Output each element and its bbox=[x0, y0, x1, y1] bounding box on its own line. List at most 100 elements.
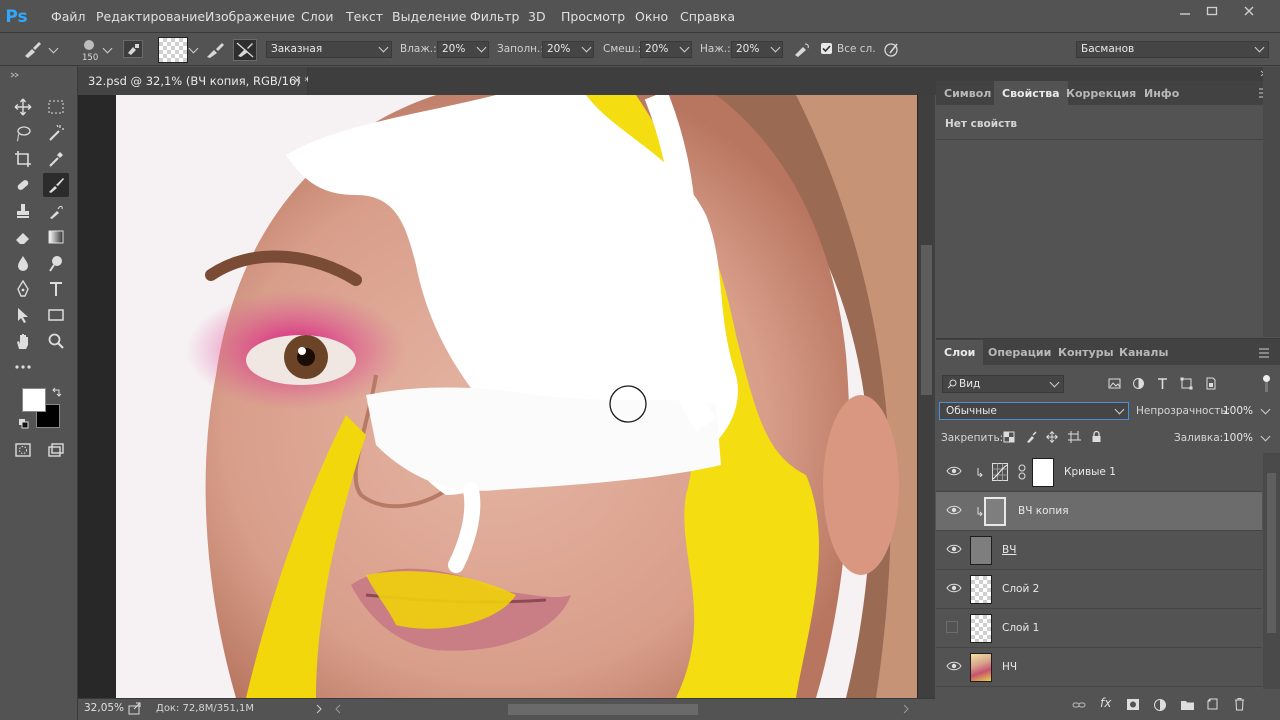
layer-name[interactable]: Кривые 1 bbox=[1064, 466, 1116, 478]
collapse-chevrons-icon[interactable] bbox=[10, 72, 20, 78]
fx-icon[interactable]: fx bbox=[1100, 696, 1111, 710]
magic-wand-tool[interactable] bbox=[43, 121, 69, 145]
filter-shape-icon[interactable] bbox=[1180, 377, 1193, 390]
workspace-select[interactable]: Басманов bbox=[1076, 41, 1269, 58]
menu-layers[interactable]: Слои bbox=[301, 9, 334, 24]
document-canvas[interactable] bbox=[116, 95, 917, 698]
lock-transparent-icon[interactable] bbox=[1003, 431, 1015, 443]
history-brush-tool[interactable] bbox=[43, 199, 69, 223]
lock-pixels-icon[interactable] bbox=[1025, 431, 1037, 443]
tab-properties[interactable]: Свойства bbox=[994, 81, 1068, 105]
blur-tool[interactable] bbox=[10, 251, 36, 275]
healing-brush-tool[interactable] bbox=[10, 173, 36, 197]
default-colors-icon[interactable] bbox=[18, 418, 29, 429]
brush-size-value[interactable]: 150 bbox=[82, 53, 98, 63]
layer-thumbnail[interactable] bbox=[970, 653, 992, 682]
filter-smart-object-icon[interactable] bbox=[1204, 377, 1217, 390]
delete-layer-icon[interactable] bbox=[1233, 697, 1246, 711]
scroll-left-icon[interactable] bbox=[334, 704, 342, 714]
menu-image[interactable]: Изображение bbox=[205, 9, 295, 24]
share-icon[interactable] bbox=[128, 702, 142, 715]
filter-type-icon[interactable] bbox=[1156, 377, 1169, 390]
horizontal-scroll-thumb[interactable] bbox=[508, 704, 698, 715]
layer-row[interactable]: ВЧ bbox=[936, 531, 1262, 570]
scroll-thumb[interactable] bbox=[921, 245, 932, 395]
eraser-tool[interactable] bbox=[10, 225, 36, 249]
marquee-tool[interactable] bbox=[43, 95, 69, 119]
current-brush-load-swatch[interactable] bbox=[158, 37, 188, 63]
layer-name[interactable]: НЧ bbox=[1002, 661, 1017, 673]
brush-preview-icon[interactable] bbox=[80, 38, 98, 52]
type-tool[interactable] bbox=[43, 277, 69, 301]
layer-thumbnail[interactable] bbox=[984, 497, 1006, 526]
maximize-button[interactable] bbox=[1197, 2, 1227, 20]
add-mask-icon[interactable] bbox=[1126, 698, 1140, 711]
tab-adjustments[interactable]: Коррекция bbox=[1058, 81, 1144, 105]
menu-3d[interactable]: 3D bbox=[528, 9, 546, 24]
visibility-toggle-off[interactable] bbox=[946, 621, 958, 633]
scroll-thumb[interactable] bbox=[1267, 473, 1276, 633]
dodge-tool[interactable] bbox=[43, 251, 69, 275]
fill-value[interactable]: 100% bbox=[1223, 432, 1253, 444]
opacity-value[interactable]: 100% bbox=[1223, 405, 1253, 417]
swap-colors-icon[interactable] bbox=[51, 387, 62, 398]
menu-file[interactable]: Файл bbox=[51, 9, 86, 24]
layer-mask-thumbnail[interactable] bbox=[1032, 458, 1054, 487]
chevron-down-icon[interactable] bbox=[48, 43, 59, 54]
layer-name[interactable]: Слой 2 bbox=[1002, 583, 1039, 595]
layer-name[interactable]: ВЧ копия bbox=[1018, 505, 1069, 517]
eye-icon[interactable] bbox=[946, 504, 962, 516]
layer-filter-select[interactable]: Вид bbox=[942, 375, 1064, 393]
layer-row[interactable]: Слой 2 bbox=[936, 570, 1262, 609]
path-selection-tool[interactable] bbox=[10, 303, 36, 327]
mixer-preset-select[interactable]: Заказная bbox=[266, 41, 392, 58]
gradient-tool[interactable] bbox=[43, 225, 69, 249]
minimize-button[interactable] bbox=[1170, 2, 1200, 20]
clean-brush-icon[interactable] bbox=[233, 39, 257, 61]
eye-icon[interactable] bbox=[946, 465, 962, 477]
layer-row[interactable]: Слой 1 bbox=[936, 609, 1262, 648]
new-adjustment-icon[interactable] bbox=[1153, 698, 1167, 712]
eye-icon[interactable] bbox=[946, 660, 962, 672]
lock-position-icon[interactable] bbox=[1046, 431, 1058, 443]
canvas-area[interactable] bbox=[78, 95, 918, 698]
tab-character[interactable]: Символ bbox=[936, 81, 999, 105]
pen-tool[interactable] bbox=[10, 277, 36, 301]
load-brush-icon[interactable] bbox=[204, 41, 226, 59]
pressure-size-icon[interactable] bbox=[882, 41, 902, 59]
mixer-brush-tool[interactable] bbox=[43, 173, 69, 197]
layers-scrollbar[interactable] bbox=[1263, 453, 1280, 689]
eyedropper-tool[interactable] bbox=[43, 147, 69, 171]
foreground-color-swatch[interactable] bbox=[22, 388, 46, 412]
menu-filter[interactable]: Фильтр bbox=[470, 9, 519, 24]
layer-row[interactable]: ВЧ копия bbox=[936, 492, 1262, 531]
tab-channels[interactable]: Каналы bbox=[1111, 340, 1176, 364]
close-document-icon[interactable]: × bbox=[292, 73, 302, 87]
panel-menu-icon[interactable] bbox=[1258, 348, 1270, 358]
layer-thumbnail[interactable] bbox=[970, 536, 992, 565]
hand-tool[interactable] bbox=[10, 329, 36, 353]
clone-stamp-tool[interactable] bbox=[10, 199, 36, 223]
airbrush-icon[interactable] bbox=[792, 41, 812, 59]
zoom-tool[interactable] bbox=[43, 329, 69, 353]
menu-select[interactable]: Выделение bbox=[392, 9, 466, 24]
move-tool[interactable] bbox=[10, 95, 36, 119]
chevron-down-icon[interactable] bbox=[102, 43, 113, 54]
eye-icon[interactable] bbox=[946, 582, 962, 594]
lock-artboard-icon[interactable] bbox=[1068, 431, 1081, 443]
new-layer-icon[interactable] bbox=[1207, 697, 1220, 711]
status-menu-chevron-icon[interactable] bbox=[315, 704, 323, 714]
filter-adjustment-icon[interactable] bbox=[1132, 377, 1145, 390]
scroll-right-icon[interactable] bbox=[902, 704, 910, 714]
chevron-down-icon[interactable] bbox=[1260, 431, 1271, 442]
tab-layers[interactable]: Слои bbox=[936, 340, 984, 365]
eye-icon[interactable] bbox=[946, 543, 962, 555]
filter-toggle[interactable] bbox=[1262, 375, 1271, 393]
chevron-down-icon[interactable] bbox=[188, 43, 199, 54]
menu-help[interactable]: Справка bbox=[680, 9, 735, 24]
brush-tool-preset-icon[interactable] bbox=[22, 41, 42, 59]
sample-all-checkbox[interactable] bbox=[821, 43, 832, 54]
layer-name[interactable]: Слой 1 bbox=[1002, 622, 1039, 634]
close-window-button[interactable] bbox=[1234, 2, 1264, 20]
filter-pixel-icon[interactable] bbox=[1108, 377, 1121, 390]
